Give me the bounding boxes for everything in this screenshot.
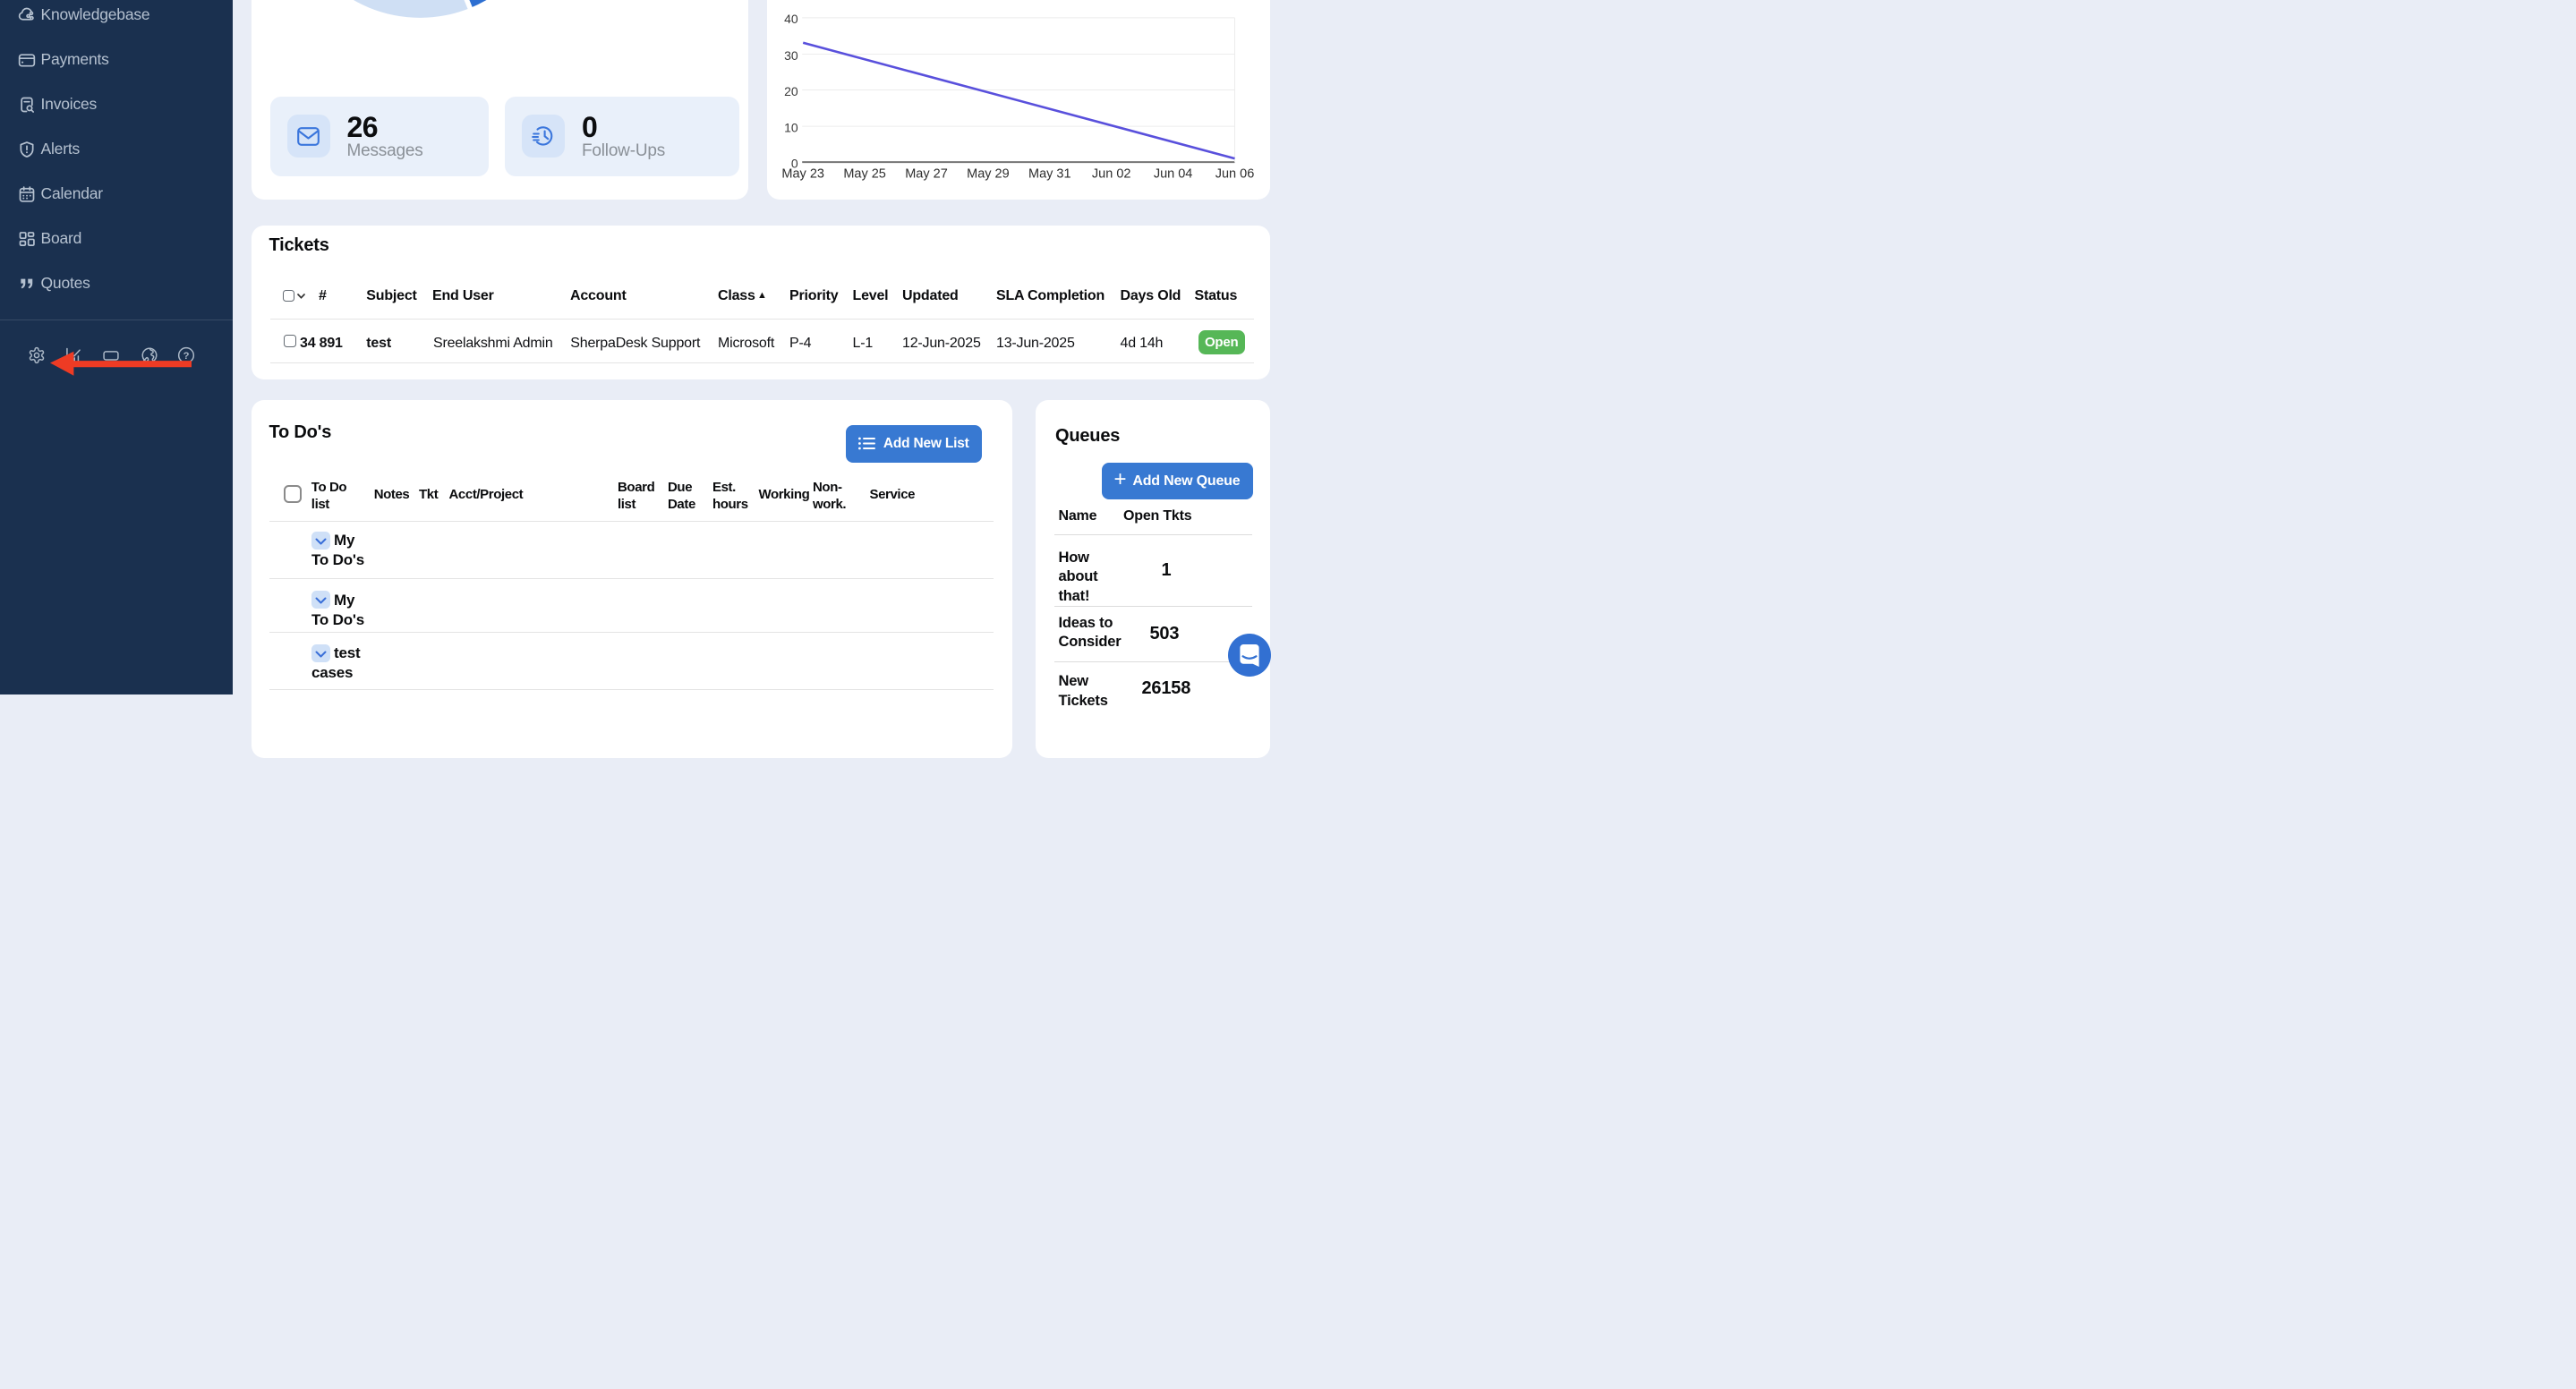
svg-text:Jun 06: Jun 06 <box>1215 166 1254 181</box>
svg-text:May 25: May 25 <box>843 166 886 181</box>
svg-text:40: 40 <box>784 12 798 26</box>
svg-text:May 23: May 23 <box>781 166 824 181</box>
svg-text:30: 30 <box>784 47 798 62</box>
svg-text:10: 10 <box>784 120 798 134</box>
svg-text:May 29: May 29 <box>967 166 1010 181</box>
svg-text:May 27: May 27 <box>905 166 948 181</box>
svg-text:20: 20 <box>784 83 798 98</box>
svg-text:Jun 04: Jun 04 <box>1153 166 1192 181</box>
svg-text:Jun 02: Jun 02 <box>1091 166 1130 181</box>
svg-text:May 31: May 31 <box>1028 166 1071 181</box>
